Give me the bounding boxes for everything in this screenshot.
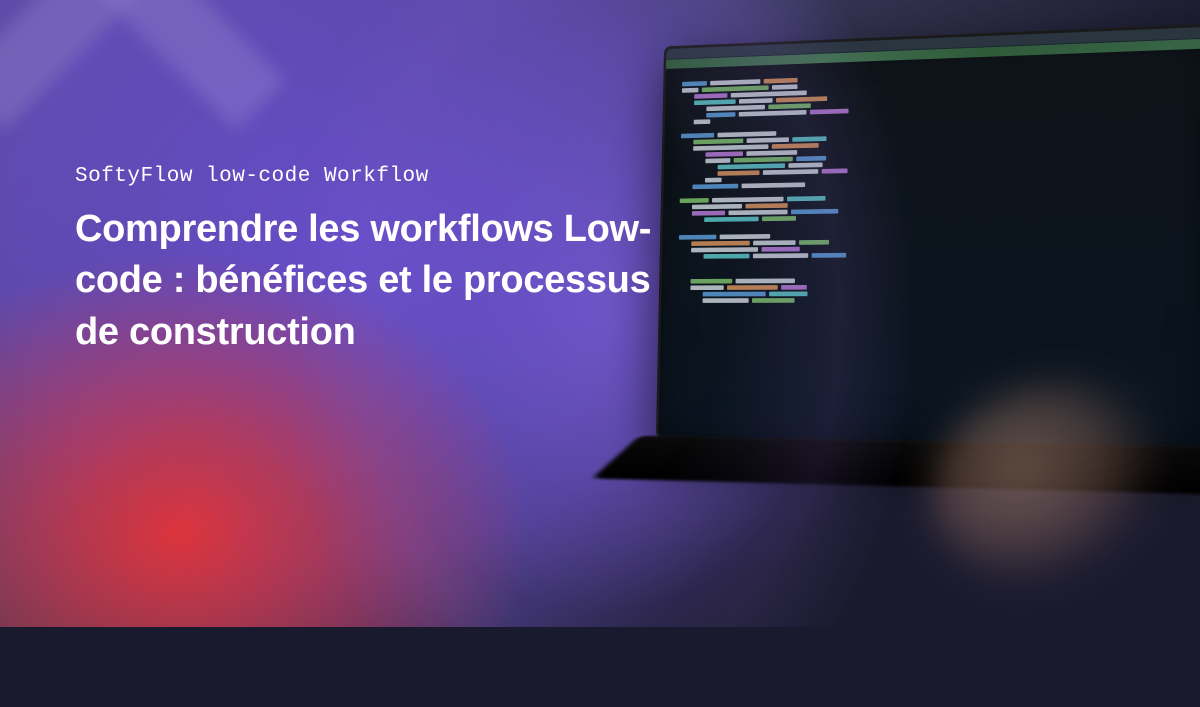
chevron-accent-bottom	[50, 357, 400, 707]
laptop-screen	[656, 24, 1200, 450]
code-editor	[661, 48, 1200, 319]
headline-text: Comprendre les workflows Low-code : béné…	[75, 204, 675, 358]
eyebrow-text: SoftyFlow low-code Workflow	[75, 165, 675, 188]
hero-text: SoftyFlow low-code Workflow Comprendre l…	[75, 165, 675, 358]
